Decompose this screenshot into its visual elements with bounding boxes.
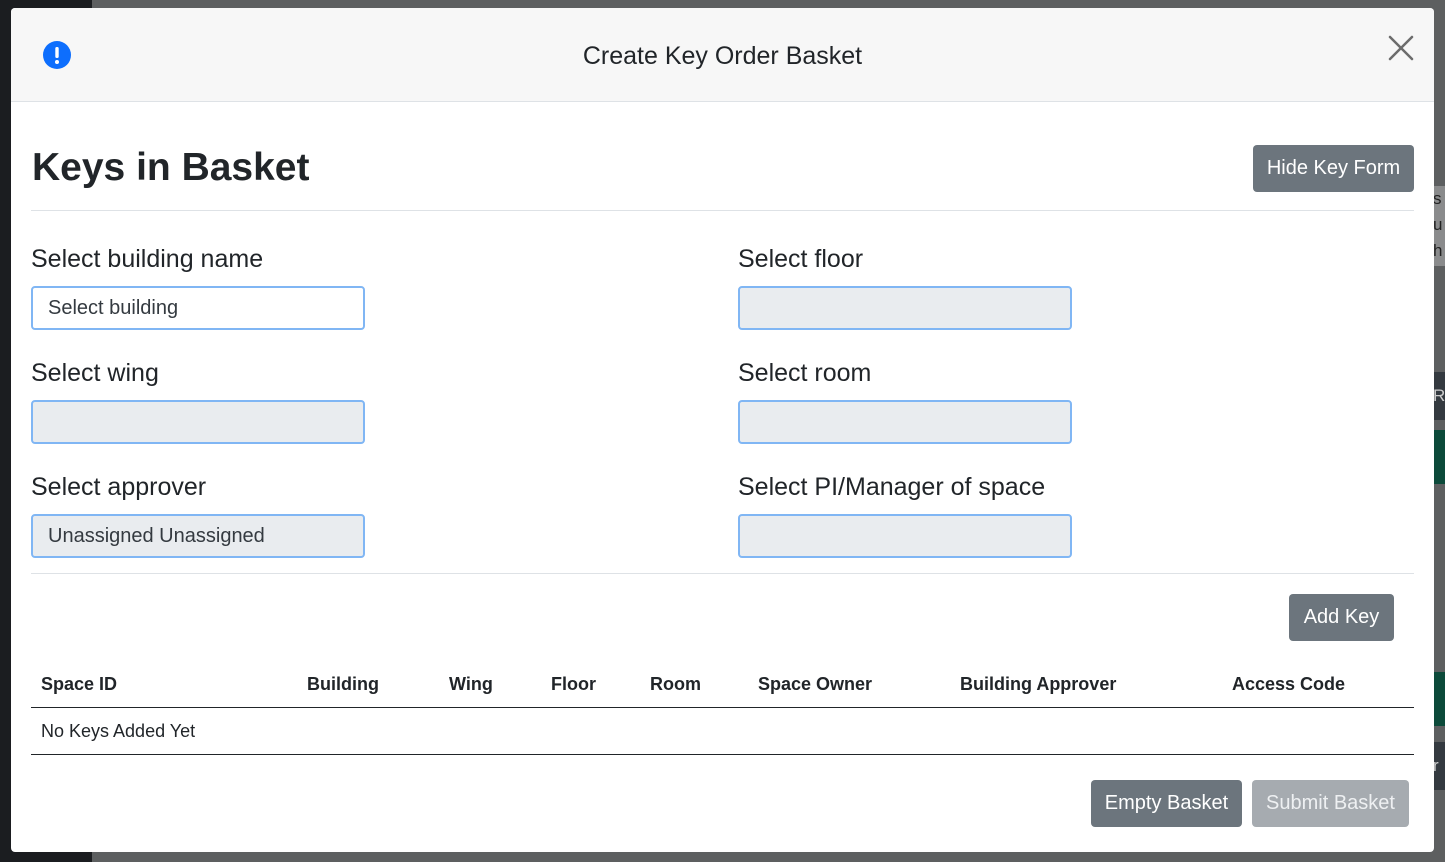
approver-select[interactable]: Unassigned Unassigned <box>31 514 365 558</box>
hide-key-form-button[interactable]: Hide Key Form <box>1253 145 1414 192</box>
column-header-space-id: Space ID <box>41 674 118 694</box>
column-header-space-owner: Space Owner <box>758 674 873 694</box>
building-select[interactable]: Select building <box>31 286 365 330</box>
column-header-access-code: Access Code <box>1232 674 1346 694</box>
background-button-fragment: R <box>1433 372 1445 420</box>
column-header-building: Building <box>307 674 379 694</box>
table-header-border <box>31 707 1414 708</box>
room-label: Select room <box>738 359 872 387</box>
room-select[interactable] <box>738 400 1072 444</box>
background-button-fragment: r <box>1433 742 1445 790</box>
close-icon[interactable] <box>1385 32 1417 64</box>
wing-select[interactable] <box>31 400 365 444</box>
floor-select[interactable] <box>738 286 1072 330</box>
background-green-block <box>1433 430 1445 484</box>
divider <box>31 210 1414 211</box>
divider <box>31 573 1414 574</box>
wing-label: Select wing <box>31 359 159 387</box>
empty-table-message: No Keys Added Yet <box>41 721 196 741</box>
column-header-wing: Wing <box>449 674 493 694</box>
empty-basket-button[interactable]: Empty Basket <box>1091 780 1242 827</box>
keys-in-basket-heading: Keys in Basket <box>32 146 310 189</box>
background-green-block <box>1433 672 1445 726</box>
column-header-building-approver: Building Approver <box>960 674 1117 694</box>
floor-label: Select floor <box>738 245 864 273</box>
submit-basket-button[interactable]: Submit Basket <box>1252 780 1409 827</box>
modal-header: Create Key Order Basket <box>11 8 1434 102</box>
column-header-floor: Floor <box>551 674 596 694</box>
column-header-room: Room <box>650 674 701 694</box>
modal-title: Create Key Order Basket <box>582 42 863 70</box>
create-key-order-modal: Create Key Order Basket Keys in Basket H… <box>11 8 1434 852</box>
manager-label: Select PI/Manager of space <box>738 473 1046 501</box>
add-key-button[interactable]: Add Key <box>1289 594 1394 641</box>
manager-select[interactable] <box>738 514 1072 558</box>
table-bottom-border <box>31 754 1414 755</box>
approver-label: Select approver <box>31 473 207 501</box>
building-label: Select building name <box>31 245 264 273</box>
